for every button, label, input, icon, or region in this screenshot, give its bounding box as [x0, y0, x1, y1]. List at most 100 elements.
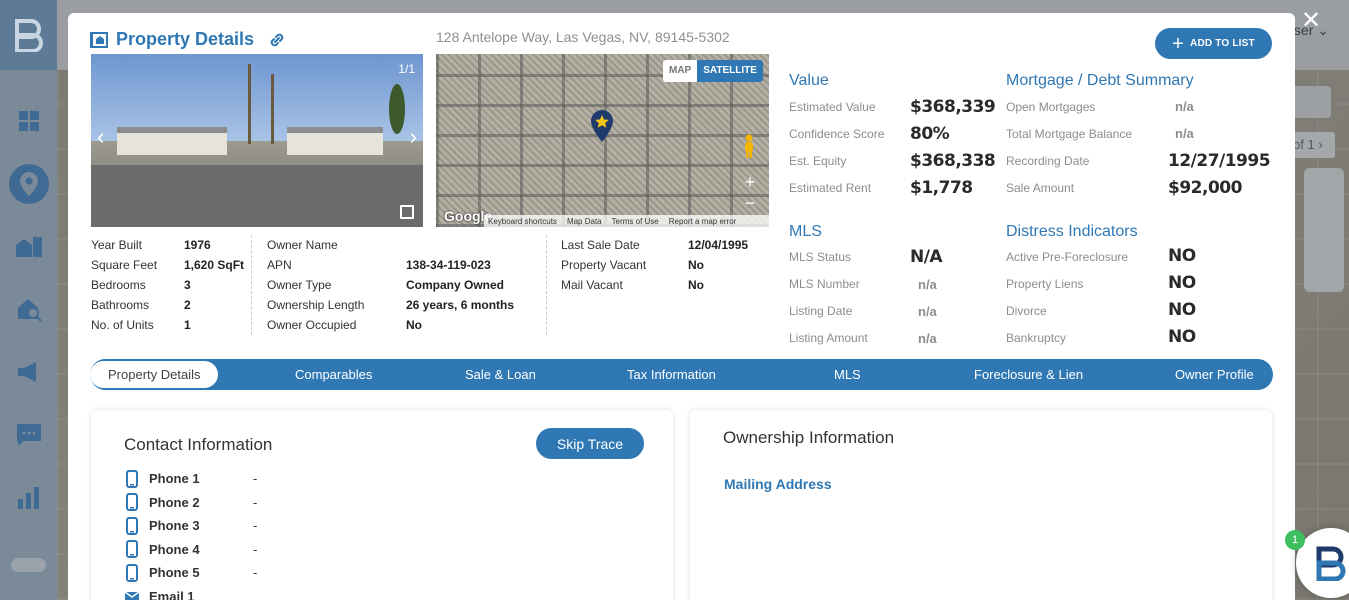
divider	[251, 235, 252, 335]
fullscreen-icon[interactable]	[400, 205, 414, 219]
mls-label: Listing Amount	[789, 331, 868, 345]
distress-label: Bankruptcy	[1006, 331, 1067, 345]
fact-value: 1,620 SqFt	[184, 258, 245, 272]
distress-heading: Distress Indicators	[1006, 223, 1138, 240]
location-pin-icon[interactable]	[9, 164, 49, 204]
property-icon	[90, 31, 108, 48]
phone-icon	[126, 540, 138, 559]
distress-value: NO	[1168, 273, 1196, 293]
zoom-out-icon[interactable]: −	[738, 193, 762, 214]
fact-label: Property Vacant	[561, 258, 647, 272]
value-label: Estimated Rent	[789, 181, 872, 195]
fact-label: Owner Name	[267, 238, 338, 252]
tab-foreclosure-lien[interactable]: Foreclosure & Lien	[974, 359, 1083, 390]
fact-label: Square Feet	[91, 258, 158, 272]
contact-heading: Contact Information	[124, 435, 273, 454]
contact-card: Contact Information Skip Trace Phone 1 -…	[91, 410, 673, 600]
contact-label: Phone 5	[149, 565, 200, 581]
buildings-icon[interactable]	[16, 233, 42, 259]
value-amount: $1,778	[910, 178, 973, 198]
home-search-icon[interactable]	[16, 296, 42, 322]
contact-label: Email 1	[149, 588, 195, 600]
property-photo[interactable]: 1/1 ‹ ›	[91, 54, 423, 227]
photo-house	[287, 127, 383, 155]
link-icon[interactable]	[268, 31, 286, 49]
distress-label: Divorce	[1006, 304, 1047, 318]
tab-property-details[interactable]: Property Details	[90, 361, 219, 388]
mortgage-label: Sale Amount	[1006, 181, 1075, 195]
fact-value: 1	[184, 318, 191, 332]
fact-label: APN	[267, 258, 292, 272]
phone-icon	[126, 516, 138, 535]
value-amount: $368,338	[910, 151, 996, 171]
close-icon[interactable]: ✕	[1300, 9, 1322, 33]
fact-value: 26 years, 6 months	[406, 298, 515, 312]
add-to-list-button[interactable]: + ADD TO LIST	[1155, 28, 1272, 59]
keyboard-shortcuts-link[interactable]: Keyboard shortcuts	[488, 217, 557, 226]
chevron-right-icon[interactable]: ›	[410, 126, 417, 148]
satellite-button[interactable]: SATELLITE	[697, 60, 763, 82]
fact-value: No	[406, 318, 422, 332]
skip-trace-button[interactable]: Skip Trace	[536, 428, 644, 459]
fact-value: 3	[184, 278, 191, 292]
mls-value: n/a	[918, 277, 937, 292]
mortgage-value: n/a	[1175, 99, 1194, 114]
brand-logo-icon	[1316, 546, 1346, 581]
value-label: Confidence Score	[789, 127, 885, 141]
background-card	[1304, 168, 1344, 292]
bar-chart-icon[interactable]	[16, 485, 42, 511]
distress-value: NO	[1168, 300, 1196, 320]
tab-sale-loan[interactable]: Sale & Loan	[465, 359, 536, 390]
photo-palm	[248, 64, 251, 144]
property-pin-icon[interactable]	[590, 110, 614, 142]
contact-label: Phone 1	[149, 471, 200, 487]
sidebar-toggle[interactable]	[11, 558, 46, 572]
street-view-pegman-icon[interactable]	[742, 134, 756, 158]
satellite-map[interactable]: MAP SATELLITE + − Google Keyboard shortc…	[436, 54, 769, 227]
sale-facts: Last Sale Date 12/04/1995 Property Vacant…	[561, 235, 748, 295]
value-label: Est. Equity	[789, 154, 847, 168]
contact-label: Phone 3	[149, 518, 200, 534]
mortgage-label: Recording Date	[1006, 154, 1090, 168]
mortgage-label: Total Mortgage Balance	[1006, 127, 1133, 141]
fact-label: Mail Vacant	[561, 278, 623, 292]
fact-value: 138-34-119-023	[406, 258, 491, 272]
tab-mls[interactable]: MLS	[834, 359, 861, 390]
map-data-link[interactable]: Map Data	[567, 217, 602, 226]
list-item: Phone 3 -	[124, 514, 257, 538]
distress-value: NO	[1168, 327, 1196, 347]
fact-label: Bedrooms	[91, 278, 146, 292]
chevron-left-icon[interactable]: ‹	[97, 126, 104, 148]
map-button[interactable]: MAP	[663, 60, 698, 82]
list-view-button[interactable]	[1289, 86, 1331, 118]
ownership-heading: Ownership Information	[723, 428, 895, 447]
dashboard-icon[interactable]	[16, 108, 42, 134]
tab-tax-information[interactable]: Tax Information	[627, 359, 716, 390]
zoom-in-icon[interactable]: +	[738, 172, 762, 193]
map-attribution: Keyboard shortcuts Map Data Terms of Use…	[484, 215, 769, 227]
fact-label: Owner Type	[267, 278, 332, 292]
photo-palm	[271, 74, 274, 144]
megaphone-icon[interactable]	[16, 359, 42, 385]
property-details-modal: Property Details 128 Antelope Way, Las V…	[68, 13, 1295, 600]
report-map-error-link[interactable]: Report a map error	[669, 217, 737, 226]
terms-of-use-link[interactable]: Terms of Use	[612, 217, 659, 226]
distress-label: Property Liens	[1006, 277, 1084, 291]
zoom-controls: + −	[738, 172, 762, 218]
app-logo[interactable]	[0, 0, 57, 70]
tab-owner-profile[interactable]: Owner Profile	[1175, 359, 1254, 390]
map-type-toggle: MAP SATELLITE	[663, 60, 763, 82]
list-item: Phone 4 -	[124, 538, 257, 562]
fact-value: No	[688, 258, 704, 272]
mortgage-value: 12/27/1995	[1168, 151, 1271, 171]
mls-value: n/a	[918, 331, 937, 346]
chevron-right-icon[interactable]: ›	[1318, 137, 1322, 152]
property-facts: Year Built 1976 Square Feet 1,620 SqFt Bed…	[91, 235, 244, 335]
tab-comparables[interactable]: Comparables	[295, 359, 372, 390]
chat-icon[interactable]	[16, 422, 42, 448]
fact-value: 12/04/1995	[688, 238, 749, 252]
contact-label: Phone 4	[149, 541, 200, 557]
contact-value: -	[253, 565, 258, 581]
photo-road	[91, 164, 423, 227]
mls-label: MLS Number	[789, 277, 860, 291]
